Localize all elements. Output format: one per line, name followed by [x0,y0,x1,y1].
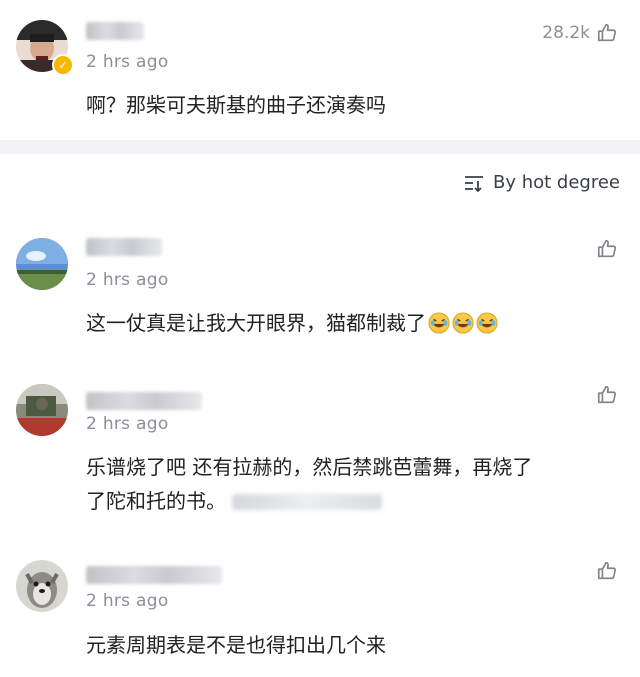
username[interactable] [86,22,144,40]
comment-text-line-2: 了陀和托的书。 [86,489,226,513]
comment-text-line: 乐谱烧了吧 还有拉赫的，然后禁跳芭蕾舞，再烧了 [86,455,533,479]
sort-label: By hot degree [492,172,620,193]
comment-time: 2 hrs ago [86,270,169,290]
laugh-cry-emoji-icon [452,312,474,334]
username[interactable] [86,566,222,584]
thumbs-up-icon [597,23,617,42]
blurred-text [232,494,382,510]
like-count: 28.2k [542,23,590,43]
comment-text: 啊？那柴可夫斯基的曲子还演奏吗 [86,93,386,117]
username[interactable] [86,392,202,410]
sort-button[interactable]: By hot degree [463,172,620,193]
like-button[interactable] [596,384,618,406]
thumbs-up-icon [597,239,617,258]
comment-text: 这一仗真是让我大开眼界，猫都制裁了 [86,306,620,340]
like-button[interactable] [596,560,618,582]
avatar[interactable] [16,560,68,612]
comment-time: 2 hrs ago [86,591,169,611]
comment-time: 2 hrs ago [86,414,169,434]
avatar[interactable] [16,238,68,290]
comment-text-body: 这一仗真是让我大开眼界，猫都制裁了 [86,311,426,335]
verified-badge-icon: ✓ [52,54,74,76]
laugh-cry-emoji-icon [476,312,498,334]
like-button[interactable] [596,238,618,260]
comment-text-line: 了陀和托的书。 [86,484,620,518]
sort-icon [464,175,483,192]
username[interactable] [86,238,162,256]
like-button[interactable]: 28.2k [542,22,618,44]
comment-time: 2 hrs ago [86,52,169,72]
thumbs-up-icon [597,561,617,580]
avatar[interactable] [16,384,68,436]
section-divider [0,140,640,154]
comment-text: 元素周期表是不是也得扣出几个来 [86,633,386,657]
thumbs-up-icon [597,385,617,404]
laugh-cry-emoji-icon [428,312,450,334]
comment-text: 乐谱烧了吧 还有拉赫的，然后禁跳芭蕾舞，再烧了 了陀和托的书。 [86,450,620,518]
